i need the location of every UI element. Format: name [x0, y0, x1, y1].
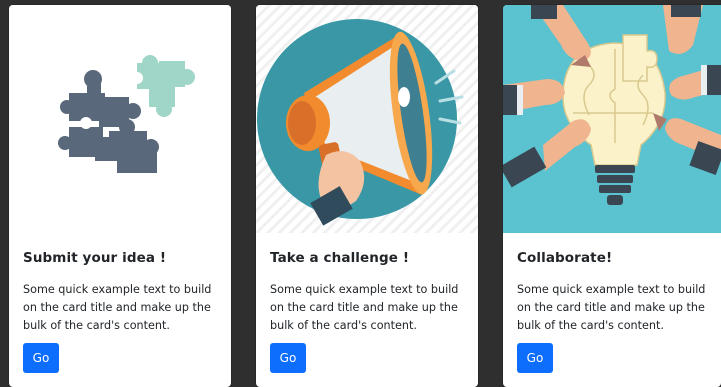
card-body: Take a challenge ! Some quick example te… — [256, 233, 478, 387]
go-button[interactable]: Go — [23, 343, 59, 373]
puzzle-pieces-icon — [9, 5, 231, 233]
card-title: Collaborate! — [517, 250, 613, 266]
megaphone-icon — [256, 5, 478, 233]
card-deck: Submit your idea ! Some quick example te… — [0, 0, 721, 387]
card-collaborate: Collaborate! Some quick example text to … — [503, 5, 721, 387]
card-body: Collaborate! Some quick example text to … — [503, 233, 721, 387]
card-body: Submit your idea ! Some quick example te… — [9, 233, 231, 387]
go-button[interactable]: Go — [270, 343, 306, 373]
card-text: Some quick example text to build on the … — [270, 283, 459, 332]
lightbulb-puzzle-hands-icon — [503, 5, 721, 233]
card-take-challenge: Take a challenge ! Some quick example te… — [256, 5, 478, 387]
card-title: Take a challenge ! — [270, 250, 410, 266]
go-button[interactable]: Go — [517, 343, 553, 373]
card-submit-idea: Submit your idea ! Some quick example te… — [9, 5, 231, 387]
card-text: Some quick example text to build on the … — [517, 283, 706, 332]
card-text: Some quick example text to build on the … — [23, 283, 212, 332]
card-title: Submit your idea ! — [23, 250, 167, 266]
